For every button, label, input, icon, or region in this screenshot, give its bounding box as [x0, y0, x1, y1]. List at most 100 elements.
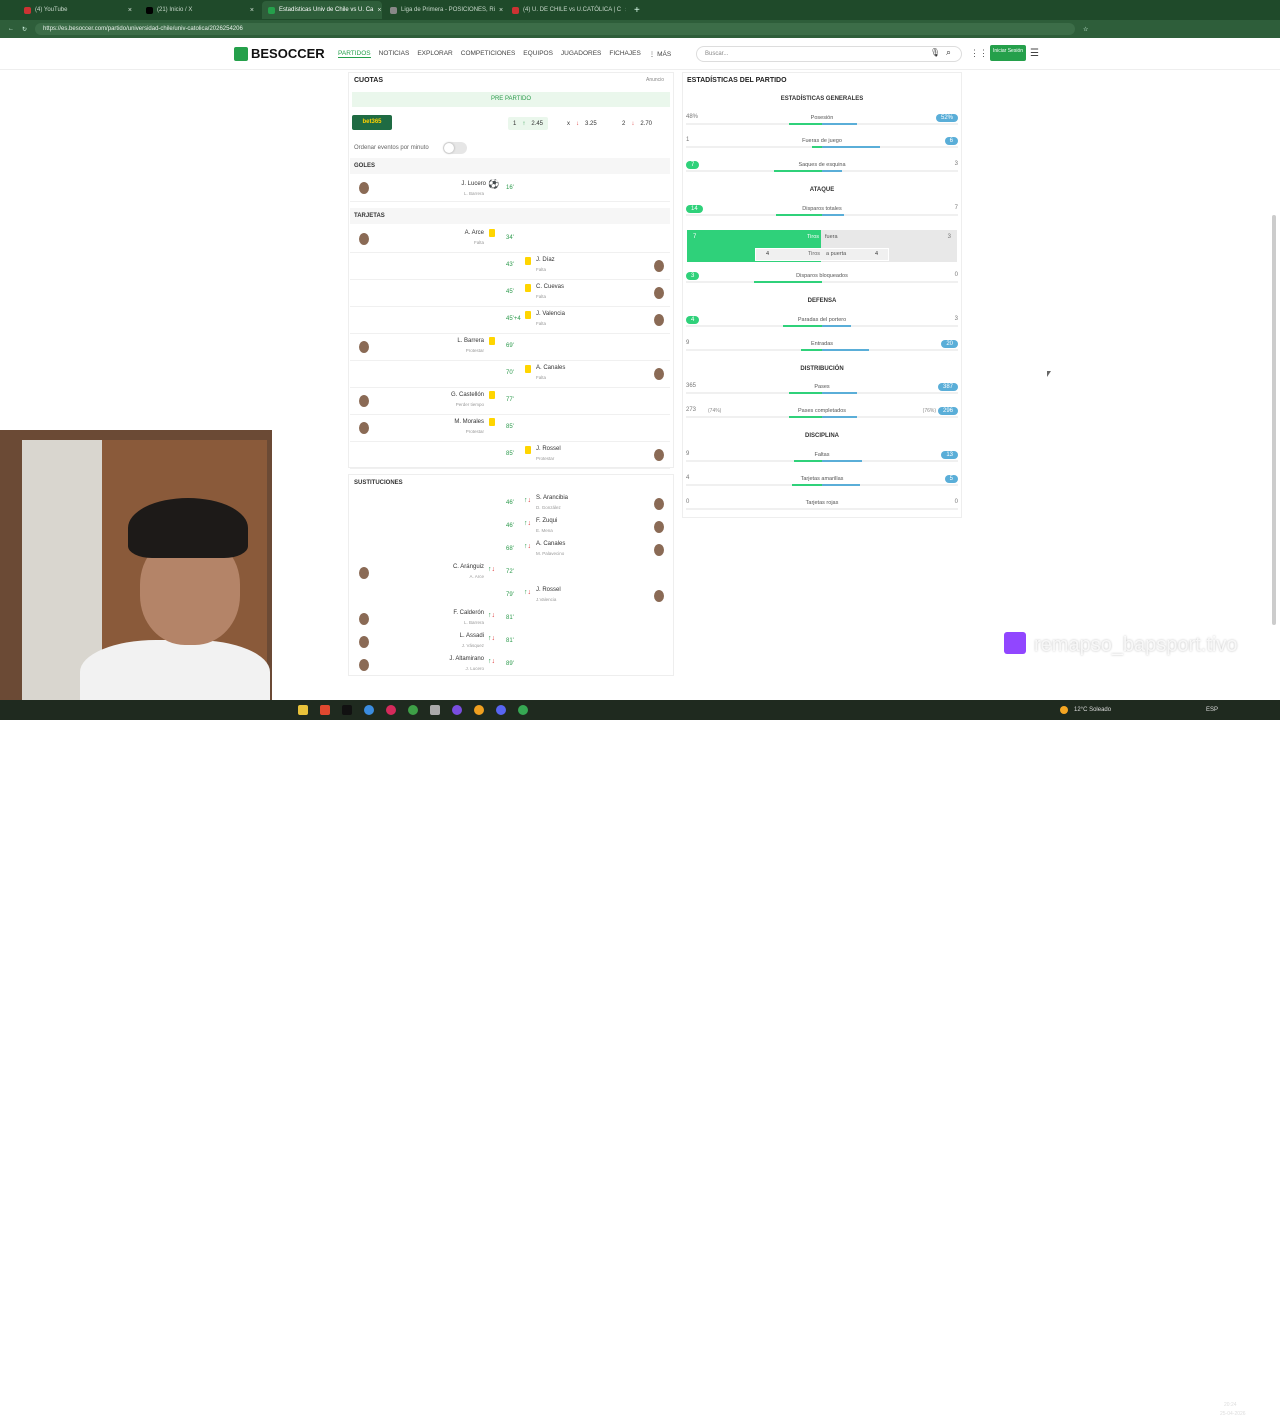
youtube-icon [512, 6, 519, 14]
browser-tab[interactable]: (4) U. DE CHILE vs U.CATÓLICA | C× [506, 1, 626, 19]
search-input[interactable]: Buscar... [696, 46, 962, 62]
chrome-icon[interactable] [364, 705, 374, 715]
player-name[interactable]: J. Valencia [536, 311, 565, 317]
menu-item-competiciones[interactable]: COMPETICIONES [461, 50, 516, 58]
close-icon[interactable]: × [377, 7, 381, 14]
stat-row: 4 5 Tarjetas amarillas [686, 475, 958, 495]
substitution-arrows-icon: ↑↓ [524, 543, 531, 550]
avatar [654, 314, 664, 326]
arrow-down-icon: ↓ [576, 120, 579, 127]
close-icon[interactable]: × [625, 7, 626, 14]
file-explorer-icon[interactable] [298, 705, 308, 715]
menu-item-mas[interactable]: ⋮ MÁS [649, 50, 671, 58]
new-tab-icon[interactable]: + [634, 5, 640, 16]
login-button[interactable]: Iniciar Sesión [990, 45, 1026, 61]
stat-bar-away [822, 146, 881, 148]
player-in-name[interactable]: S. Arancibia [536, 495, 568, 501]
menu-item-fichajes[interactable]: FICHAJES [609, 50, 640, 58]
language-indicator[interactable]: ESP [1206, 707, 1218, 713]
browser-tab[interactable]: (4) YouTube × [18, 1, 138, 19]
player-in-name[interactable]: C. Aránguiz [453, 564, 484, 570]
shots-block: 7 3 Tiros fuera 4 Tiros a puerta 4 [687, 230, 957, 262]
goal-scorer[interactable]: J. Lucero [461, 181, 486, 187]
card-reason: Falta [536, 294, 547, 299]
chrome-icon[interactable] [518, 705, 528, 715]
player-name[interactable]: A. Arce [465, 230, 484, 236]
odd-away[interactable]: 2 ↓ 2.70 [617, 117, 657, 130]
yellow-card-icon [489, 391, 495, 399]
close-icon[interactable]: × [128, 7, 132, 14]
card-event-row: L. Barrera Protestar 69' [350, 334, 670, 361]
mic-icon[interactable]: 🎙 [930, 48, 940, 57]
reload-icon[interactable]: ↻ [22, 26, 27, 33]
odd-home[interactable]: 1 ↑ 2.45 [508, 117, 549, 130]
back-icon[interactable]: ← [8, 26, 14, 32]
chrome-icon[interactable] [474, 705, 484, 715]
player-name[interactable]: J. Rossel [536, 446, 561, 452]
close-icon[interactable]: × [250, 7, 254, 14]
arrow-down-icon: ↓ [631, 120, 635, 127]
calculator-icon[interactable] [430, 705, 440, 715]
stat-row: 7 3 Saques de esquina [686, 161, 958, 181]
close-icon[interactable]: × [499, 7, 503, 14]
apps-grid-icon[interactable]: ⋮⋮ [970, 48, 988, 59]
player-in-name[interactable]: J. Rossel [536, 587, 561, 593]
card-reason: Falta [536, 375, 547, 380]
card-event-row: A. Arce Falta 34' [350, 226, 670, 253]
on-target-label: Tiros [808, 251, 821, 257]
event-minute: 34' [506, 235, 514, 241]
odd-draw[interactable]: x ↓ 3.25 [562, 117, 602, 130]
player-name[interactable]: A. Canales [536, 365, 565, 371]
stat-label: Saques de esquina [798, 162, 846, 168]
bookmaker-badge[interactable]: bet365 [352, 115, 392, 130]
stat-bar-home [800, 349, 822, 351]
tiktok-icon[interactable] [342, 705, 352, 715]
address-bar: ← ↻ https://es.besoccer.com/partido/univ… [0, 20, 1280, 38]
besoccer-logo[interactable]: BESOCCER [234, 46, 325, 61]
url-field[interactable]: https://es.besoccer.com/partido/universi… [35, 23, 1076, 35]
star-icon[interactable]: ☆ [1083, 26, 1088, 33]
stat-bar-home [789, 123, 822, 125]
weather-text[interactable]: 12°C Soleado [1074, 707, 1111, 713]
card-reason: Falta [536, 321, 547, 326]
sort-events-toggle[interactable] [443, 142, 467, 154]
page-scrollbar[interactable] [1272, 215, 1276, 625]
stat-track [686, 281, 958, 283]
player-in-name[interactable]: J. Altamirano [449, 656, 484, 662]
stat-bar-away [822, 349, 869, 351]
browser-tab[interactable]: (21) Inicio / X × [140, 1, 260, 19]
player-in-name[interactable]: A. Canales [536, 541, 565, 547]
avatar [654, 449, 664, 461]
player-name[interactable]: G. Castellón [451, 392, 484, 398]
player-name[interactable]: J. Díaz [536, 257, 555, 263]
menu-item-partidos[interactable]: PARTIDOS [338, 50, 371, 58]
app-icon[interactable] [386, 705, 396, 715]
menu-item-jugadores[interactable]: JUGADORES [561, 50, 601, 58]
player-name[interactable]: L. Barrera [457, 338, 484, 344]
browser-tab-strip: (4) YouTube × (21) Inicio / X × Estadístic… [0, 0, 1280, 20]
menu-item-explorar[interactable]: EXPLORAR [417, 50, 452, 58]
hamburger-menu-icon[interactable]: ☰ [1030, 48, 1039, 59]
clock-time[interactable]: 20:24 [1224, 1402, 1237, 1408]
stat-track [686, 508, 958, 510]
avatar [654, 287, 664, 299]
brave-icon[interactable] [320, 705, 330, 715]
browser-tab[interactable]: Liga de Primera - POSICIONES, Ri × [384, 1, 504, 19]
discord-icon[interactable] [496, 705, 506, 715]
menu-item-noticias[interactable]: NOTICIAS [379, 50, 410, 58]
yellow-card-icon [489, 337, 495, 345]
player-in-name[interactable]: F. Zuqui [536, 518, 557, 524]
app-icon[interactable] [452, 705, 462, 715]
chrome-icon[interactable] [408, 705, 418, 715]
avatar [654, 368, 664, 380]
player-in-name[interactable]: L. Assadi [460, 633, 484, 639]
taskbar: 12°C Soleado ESP 20:24 25-04-2026 [0, 700, 1280, 1417]
menu-item-equipos[interactable]: EQUIPOS [523, 50, 553, 58]
event-minute: 70' [506, 370, 514, 376]
player-in-name[interactable]: F. Calderón [453, 610, 484, 616]
event-minute: 85' [506, 424, 514, 430]
player-name[interactable]: C. Cuevas [536, 284, 564, 290]
search-icon[interactable]: ⌕ [946, 47, 951, 58]
player-name[interactable]: M. Morales [454, 419, 484, 425]
browser-tab-active[interactable]: Estadísticas Univ de Chile vs U. Ca × [262, 1, 382, 19]
